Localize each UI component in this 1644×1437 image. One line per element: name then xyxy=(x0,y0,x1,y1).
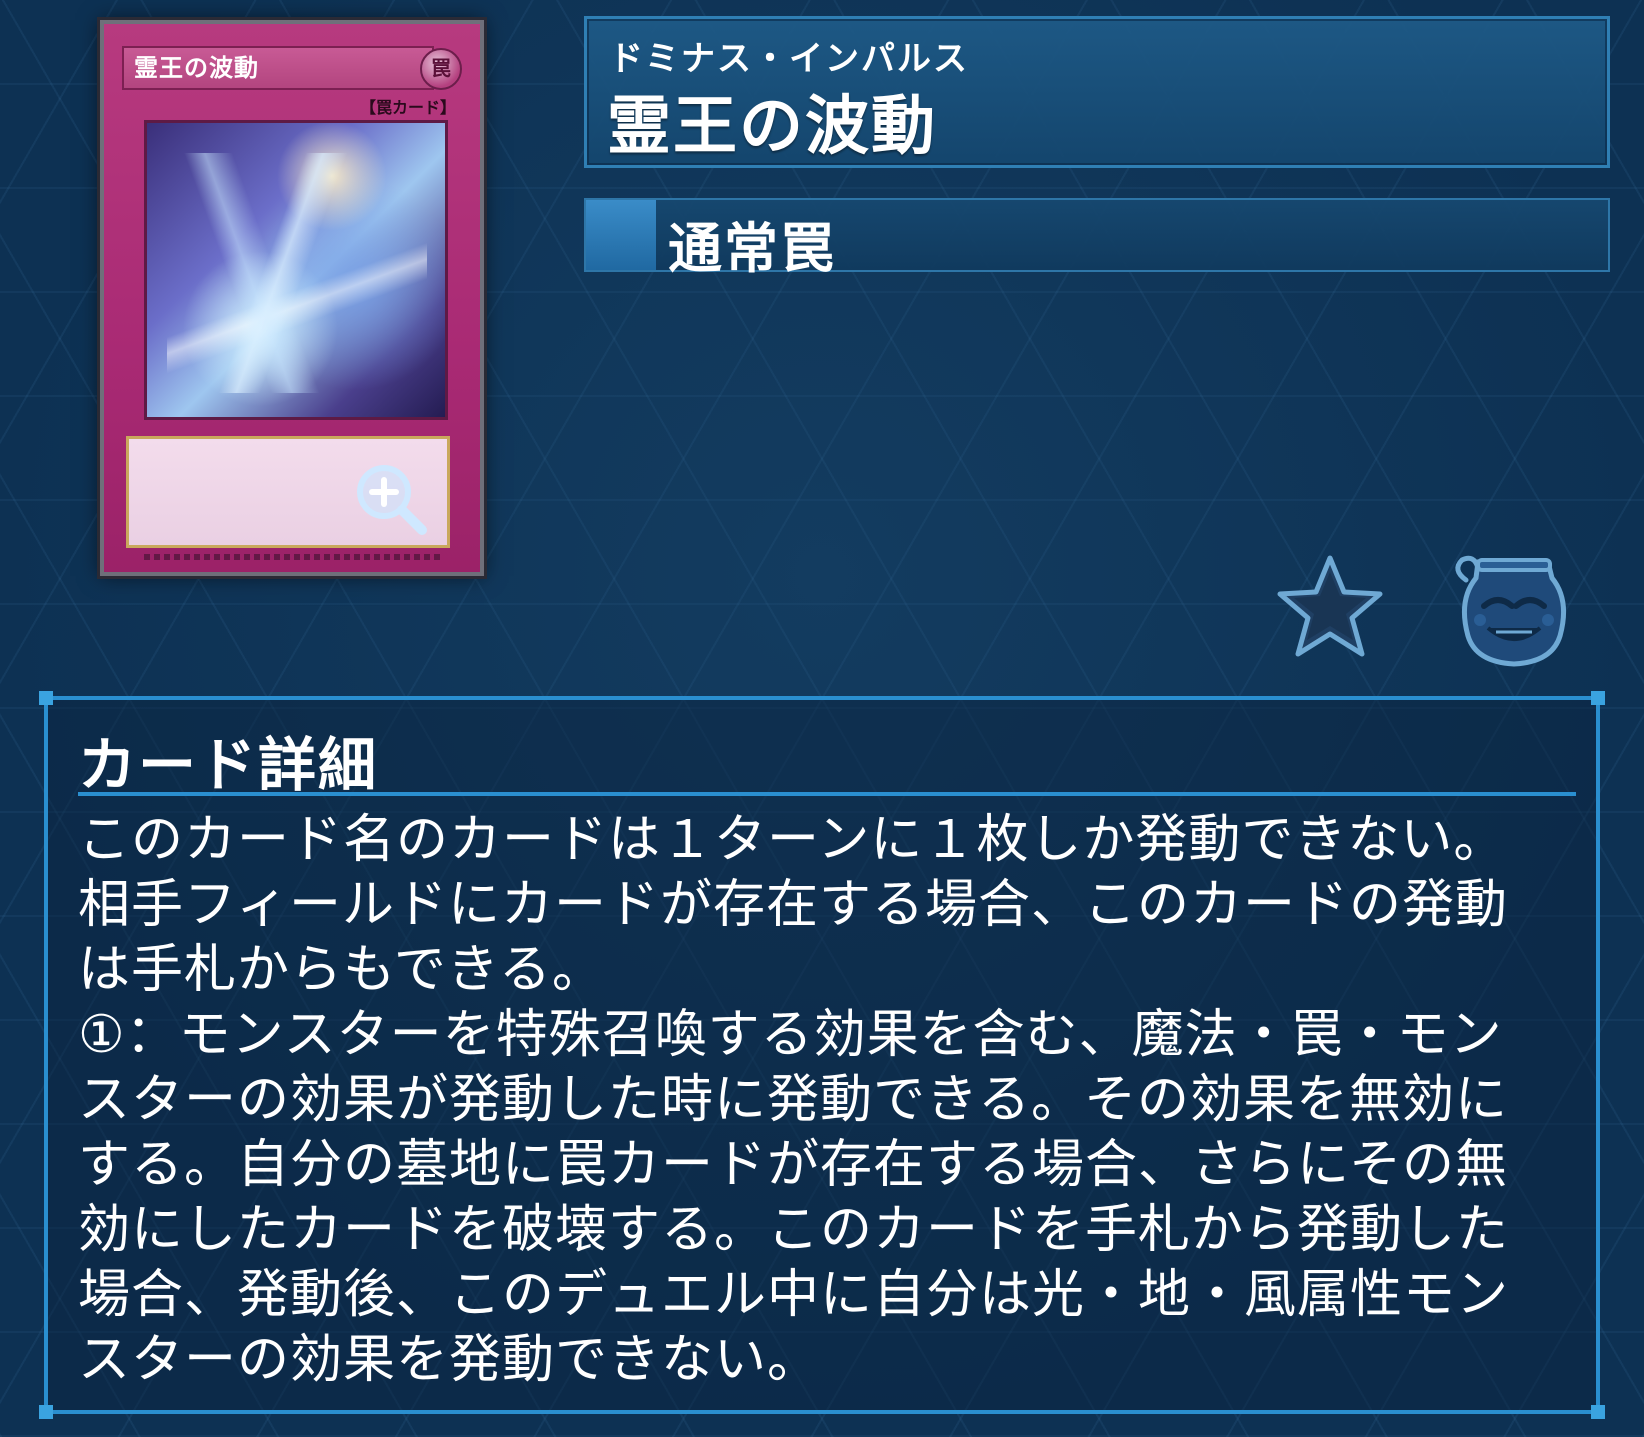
panel-corner xyxy=(39,1405,53,1419)
panel-corner xyxy=(39,691,53,705)
pot-button[interactable] xyxy=(1448,550,1578,670)
pot-of-greed-icon xyxy=(1455,555,1567,667)
card-name-reading: ドミナス・インパルス xyxy=(609,39,969,79)
card-name-panel: ドミナス・インパルス 霊王の波動 xyxy=(584,16,1610,168)
card-detail-panel: カード詳細 このカード名のカードは１ターンに１枚しか発動できない。 相手フィール… xyxy=(39,691,1605,1419)
card-name: 霊王の波動 xyxy=(607,90,937,164)
zoom-button[interactable] xyxy=(348,458,432,542)
star-icon xyxy=(1277,555,1383,657)
zoom-in-icon xyxy=(357,465,427,535)
card-image-footer xyxy=(144,554,444,560)
card-artwork xyxy=(144,120,448,420)
card-image-name: 霊王の波動 xyxy=(122,46,434,90)
card-detail-title: カード詳細 xyxy=(78,731,379,799)
trap-attribute-icon: 罠 xyxy=(420,48,462,90)
card-effect-text: このカード名のカードは１ターンに１枚しか発動できない。 相手フィールドにカードが… xyxy=(78,810,1510,1390)
card-type-accent xyxy=(586,200,656,270)
card-image-type-tag: 【罠カード】 xyxy=(359,98,456,117)
panel-corner xyxy=(1591,691,1605,705)
card-detail-divider xyxy=(78,792,1576,796)
panel-corner xyxy=(1591,1405,1605,1419)
favorite-button[interactable] xyxy=(1272,550,1388,666)
card-type-panel: 通常罠 xyxy=(584,198,1610,280)
card-type-label: 通常罠 xyxy=(668,217,836,280)
